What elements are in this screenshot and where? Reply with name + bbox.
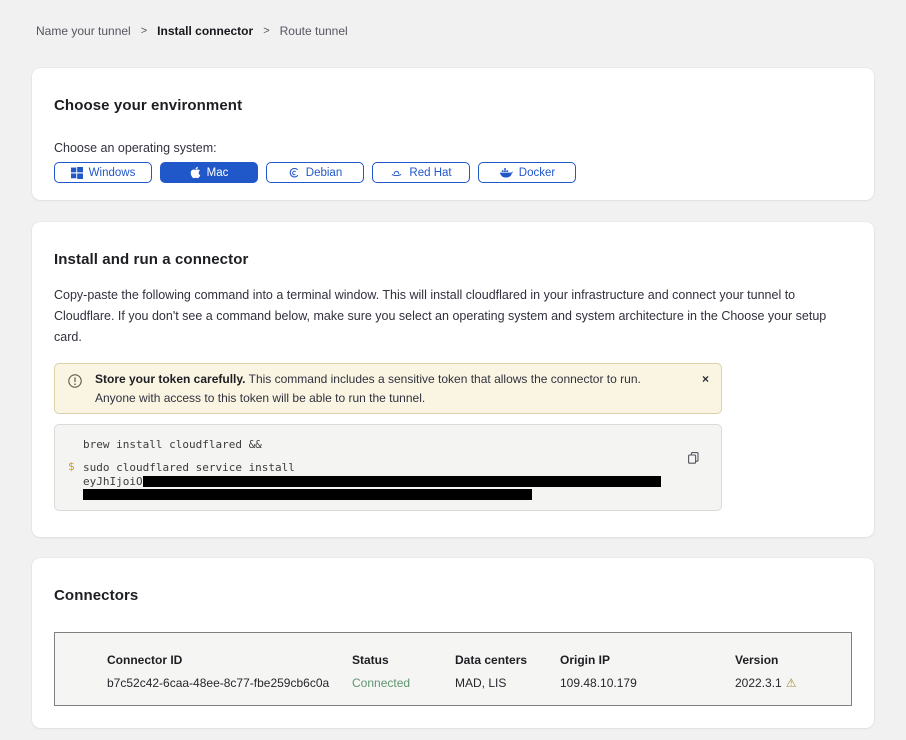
version-warning-icon[interactable]: ⚠ [786,676,797,690]
debian-icon [288,167,300,179]
os-button-label: Debian [306,167,342,179]
connector-origin-ip-value: 109.48.10.179 [560,676,735,690]
connectors-card: Connectors Connector ID Status Data cent… [32,558,874,728]
os-button-debian[interactable]: Debian [266,162,364,183]
code-line-token: eyJhIjoiO [83,475,661,488]
breadcrumb-separator: > [141,25,147,37]
connector-data-centers-value: MAD, LIS [455,676,560,690]
col-connector-id: Connector ID [107,653,352,667]
connectors-table: Connector ID Status Data centers Origin … [54,632,852,706]
col-data-centers: Data centers [455,653,560,667]
breadcrumb-install-connector[interactable]: Install connector [157,24,253,38]
os-select-label: Choose an operating system: [54,141,852,155]
os-button-label: Mac [207,167,229,179]
col-version: Version [735,653,841,667]
token-redaction-bar [143,476,661,487]
connectors-card-title: Connectors [54,587,852,604]
breadcrumb: Name your tunnel > Install connector > R… [32,0,874,38]
code-line-sudo: sudo cloudflared service install [83,461,661,474]
connector-status-value: Connected [352,676,455,690]
connector-row: b7c52c42-6caa-48ee-8c77-fbe259cb6c0a Con… [107,676,841,690]
shell-prompt: $ [68,460,75,473]
connector-id-value: b7c52c42-6caa-48ee-8c77-fbe259cb6c0a [107,676,352,690]
environment-card: Choose your environment Choose an operat… [32,68,874,200]
alert-circle-icon [68,374,82,394]
os-button-mac[interactable]: Mac [160,162,258,183]
os-button-docker[interactable]: Docker [478,162,576,183]
docker-icon [499,167,513,179]
tunnel-setup-page: Name your tunnel > Install connector > R… [0,0,906,740]
apple-icon [190,166,201,179]
os-button-label: Red Hat [409,167,451,179]
breadcrumb-route-tunnel[interactable]: Route tunnel [280,24,348,38]
version-text: 2022.3.1 [735,676,782,690]
os-button-windows[interactable]: Windows [54,162,152,183]
token-prefix: eyJhIjoiO [83,475,143,488]
copy-icon[interactable] [688,452,699,467]
install-description: Copy-paste the following command into a … [54,285,852,348]
redhat-icon [390,166,403,179]
col-origin-ip: Origin IP [560,653,735,667]
token-redaction-bar [83,489,532,500]
os-button-group: Windows Mac Debian [54,162,852,183]
os-button-label: Docker [519,167,555,179]
windows-icon [71,167,83,179]
connector-version-value: 2022.3.1 ⚠ [735,676,841,690]
code-line-brew: brew install cloudflared && [83,438,661,451]
token-warning-title: Store your token carefully. [95,372,246,386]
breadcrumb-name-your-tunnel[interactable]: Name your tunnel [36,24,131,38]
install-card-title: Install and run a connector [54,251,852,268]
token-warning-text: Store your token carefully. This command… [95,372,641,405]
connectors-table-header: Connector ID Status Data centers Origin … [107,653,841,667]
install-command-codeblock[interactable]: brew install cloudflared && $ sudo cloud… [54,424,722,511]
environment-card-title: Choose your environment [54,97,852,114]
install-card: Install and run a connector Copy-paste t… [32,222,874,537]
os-button-label: Windows [89,167,136,179]
close-icon[interactable]: × [702,373,709,385]
os-button-redhat[interactable]: Red Hat [372,162,470,183]
col-status: Status [352,653,455,667]
token-warning-banner: Store your token carefully. This command… [54,363,722,414]
breadcrumb-separator: > [263,25,269,37]
